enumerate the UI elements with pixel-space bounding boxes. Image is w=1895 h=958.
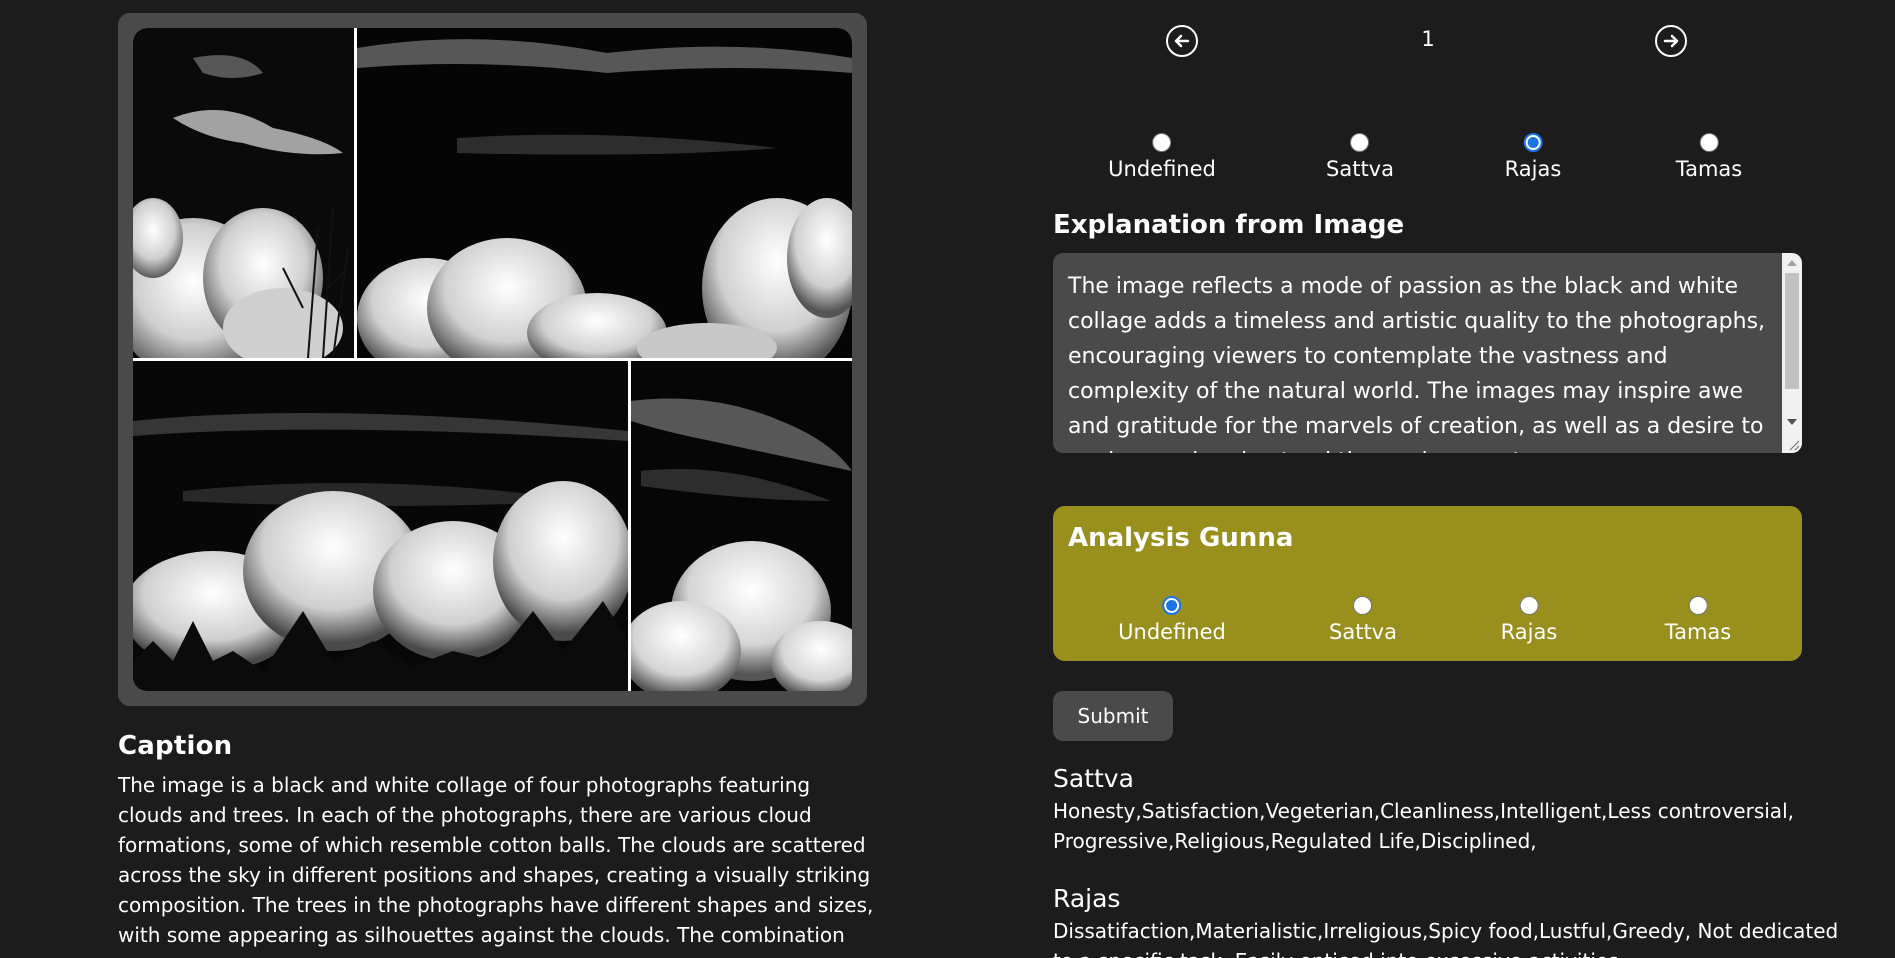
radio-label: Rajas — [1500, 620, 1558, 644]
radio-button[interactable] — [1519, 596, 1539, 615]
analysis-radio-undefined[interactable]: Undefined — [1118, 596, 1226, 644]
radio-label: Undefined — [1118, 620, 1226, 644]
analysis-radio-sattva[interactable]: Sattva — [1329, 596, 1397, 644]
rajas-title: Rajas — [1053, 884, 1121, 913]
radio-button[interactable] — [1353, 596, 1373, 615]
radio-label: Sattva — [1326, 157, 1394, 181]
submit-button[interactable]: Submit — [1053, 691, 1173, 741]
caption-text: The image is a black and white collage o… — [118, 773, 874, 947]
arrow-right-circle-icon — [1663, 34, 1679, 48]
radio-button[interactable] — [1152, 133, 1172, 152]
top-radio-undefined[interactable]: Undefined — [1108, 133, 1216, 181]
image-frame — [118, 13, 867, 706]
explanation-text: The image reflects a mode of passion as … — [1068, 274, 1766, 453]
caption-title: Caption — [118, 731, 233, 761]
top-radio-sattva[interactable]: Sattva — [1326, 133, 1394, 181]
radio-label: Undefined — [1108, 157, 1216, 181]
sattva-text: Honesty,Satisfaction,Vegeterian,Cleanlin… — [1053, 799, 1794, 853]
radio-button[interactable] — [1699, 133, 1719, 152]
rajas-text: Dissatifaction,Materialistic,Irreligious… — [1053, 919, 1839, 958]
analysis-radio-rajas[interactable]: Rajas — [1500, 596, 1558, 644]
cloud-collage-image — [133, 28, 852, 691]
scroll-up-arrow-icon[interactable] — [1787, 260, 1797, 266]
radio-button[interactable] — [1162, 596, 1182, 615]
radio-button[interactable] — [1688, 596, 1708, 615]
top-radio-tamas[interactable]: Tamas — [1675, 133, 1743, 181]
collage-panel-bottom-left — [133, 361, 628, 691]
analysis-title: Analysis Gunna — [1068, 523, 1294, 553]
explanation-title: Explanation from Image — [1053, 210, 1405, 240]
radio-label: Tamas — [1664, 620, 1732, 644]
explanation-scrollbar[interactable] — [1782, 253, 1802, 453]
collage-panel-top-left — [133, 28, 354, 358]
resize-grip-icon[interactable] — [1786, 437, 1800, 451]
explanation-textarea[interactable]: The image reflects a mode of passion as … — [1053, 253, 1802, 453]
scroll-thumb[interactable] — [1785, 273, 1799, 389]
previous-button[interactable] — [1166, 25, 1198, 57]
sattva-title: Sattva — [1053, 764, 1134, 793]
next-button[interactable] — [1655, 25, 1687, 57]
radio-label: Sattva — [1329, 620, 1397, 644]
top-radio-rajas[interactable]: Rajas — [1504, 133, 1562, 181]
analysis-radio-tamas[interactable]: Tamas — [1664, 596, 1732, 644]
collage-panel-top-right — [357, 28, 852, 358]
radio-label: Tamas — [1675, 157, 1743, 181]
page-number: 1 — [1421, 27, 1435, 51]
collage-panel-bottom-right — [631, 361, 852, 691]
radio-button[interactable] — [1350, 133, 1370, 152]
radio-button[interactable] — [1523, 133, 1543, 152]
scroll-down-arrow-icon[interactable] — [1787, 419, 1797, 425]
radio-label: Rajas — [1504, 157, 1562, 181]
arrow-left-circle-icon — [1174, 34, 1190, 48]
